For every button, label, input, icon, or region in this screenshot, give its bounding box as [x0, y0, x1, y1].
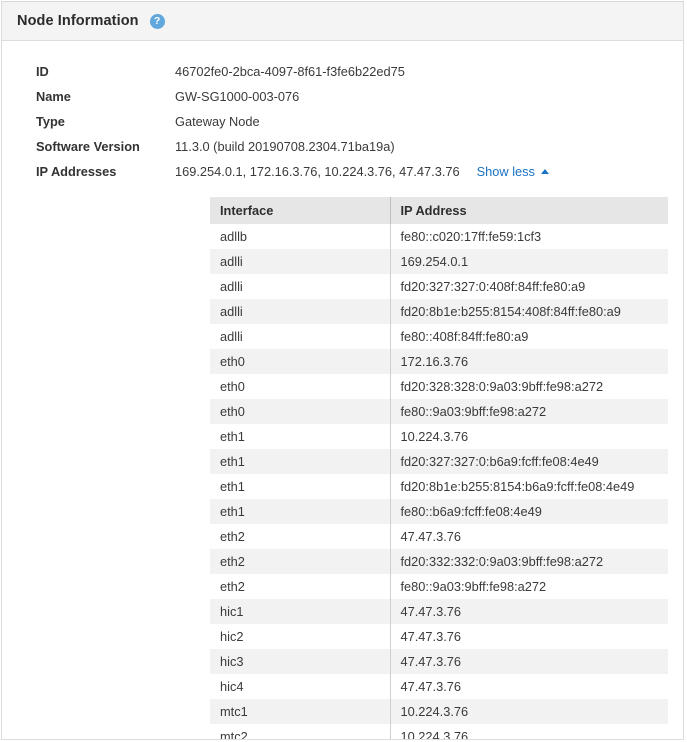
cell-ip-address: 169.254.0.1	[390, 249, 668, 274]
cell-ip-address: fe80::c020:17ff:fe59:1cf3	[390, 224, 668, 249]
interfaces-table-head: Interface IP Address	[210, 197, 668, 224]
cell-interface: hic1	[210, 599, 390, 624]
table-row[interactable]: hic447.47.3.76	[210, 674, 668, 699]
show-less-toggle[interactable]: Show less	[477, 164, 549, 179]
cell-ip-address: 10.224.3.76	[390, 699, 668, 724]
node-info-list: ID 46702fe0-2bca-4097-8f61-f3fe6b22ed75 …	[2, 59, 683, 184]
cell-interface: eth0	[210, 349, 390, 374]
cell-ip-address: fd20:8b1e:b255:8154:408f:84ff:fe80:a9	[390, 299, 668, 324]
table-row[interactable]: adllbfe80::c020:17ff:fe59:1cf3	[210, 224, 668, 249]
show-less-label: Show less	[477, 164, 535, 179]
cell-ip-address: 47.47.3.76	[390, 674, 668, 699]
table-row[interactable]: adlli169.254.0.1	[210, 249, 668, 274]
node-information-panel: Node Information ? ID 46702fe0-2bca-4097…	[1, 1, 684, 740]
cell-ip-address: 47.47.3.76	[390, 599, 668, 624]
info-label-software-version: Software Version	[2, 134, 175, 159]
info-value-software-version: 11.3.0 (build 20190708.2304.71ba19a)	[175, 134, 395, 159]
cell-interface: eth2	[210, 574, 390, 599]
table-row[interactable]: hic347.47.3.76	[210, 649, 668, 674]
interfaces-table-body: adllbfe80::c020:17ff:fe59:1cf3adlli169.2…	[210, 224, 668, 740]
cell-interface: adlli	[210, 274, 390, 299]
cell-ip-address: fe80::b6a9:fcff:fe08:4e49	[390, 499, 668, 524]
interfaces-table: Interface IP Address adllbfe80::c020:17f…	[210, 197, 668, 740]
info-row-name: Name GW-SG1000-003-076	[2, 84, 683, 109]
cell-interface: adlli	[210, 249, 390, 274]
help-circle-icon[interactable]: ?	[150, 14, 165, 29]
cell-ip-address: fd20:332:332:0:9a03:9bff:fe98:a272	[390, 549, 668, 574]
panel-header: Node Information ?	[2, 2, 683, 41]
table-row[interactable]: eth2fd20:332:332:0:9a03:9bff:fe98:a272	[210, 549, 668, 574]
interfaces-table-container: Interface IP Address adllbfe80::c020:17f…	[210, 197, 668, 740]
cell-ip-address: fd20:328:328:0:9a03:9bff:fe98:a272	[390, 374, 668, 399]
cell-interface: mtc2	[210, 724, 390, 740]
page-title: Node Information	[17, 13, 139, 29]
cell-interface: eth0	[210, 399, 390, 424]
cell-interface: mtc1	[210, 699, 390, 724]
table-row[interactable]: hic247.47.3.76	[210, 624, 668, 649]
cell-ip-address: 172.16.3.76	[390, 349, 668, 374]
cell-interface: adlli	[210, 324, 390, 349]
info-value-id: 46702fe0-2bca-4097-8f61-f3fe6b22ed75	[175, 59, 405, 84]
info-label-ip-addresses: IP Addresses	[2, 159, 175, 184]
cell-interface: hic2	[210, 624, 390, 649]
cell-interface: eth2	[210, 549, 390, 574]
cell-ip-address: fe80::408f:84ff:fe80:a9	[390, 324, 668, 349]
table-row[interactable]: eth1fd20:327:327:0:b6a9:fcff:fe08:4e49	[210, 449, 668, 474]
table-row[interactable]: eth1fe80::b6a9:fcff:fe08:4e49	[210, 499, 668, 524]
cell-ip-address: fd20:327:327:0:b6a9:fcff:fe08:4e49	[390, 449, 668, 474]
cell-interface: eth1	[210, 424, 390, 449]
table-row[interactable]: eth0fe80::9a03:9bff:fe98:a272	[210, 399, 668, 424]
info-label-id: ID	[2, 59, 175, 84]
cell-interface: eth1	[210, 499, 390, 524]
column-header-ip-address[interactable]: IP Address	[390, 197, 668, 224]
table-row[interactable]: mtc110.224.3.76	[210, 699, 668, 724]
info-label-type: Type	[2, 109, 175, 134]
info-row-id: ID 46702fe0-2bca-4097-8f61-f3fe6b22ed75	[2, 59, 683, 84]
info-value-ip-addresses: 169.254.0.1, 172.16.3.76, 10.224.3.76, 4…	[175, 159, 460, 184]
info-row-type: Type Gateway Node	[2, 109, 683, 134]
table-row[interactable]: eth110.224.3.76	[210, 424, 668, 449]
cell-interface: eth2	[210, 524, 390, 549]
table-row[interactable]: eth247.47.3.76	[210, 524, 668, 549]
cell-ip-address: fe80::9a03:9bff:fe98:a272	[390, 399, 668, 424]
cell-interface: eth1	[210, 474, 390, 499]
column-header-interface[interactable]: Interface	[210, 197, 390, 224]
table-row[interactable]: adllifd20:327:327:0:408f:84ff:fe80:a9	[210, 274, 668, 299]
table-row[interactable]: adllifd20:8b1e:b255:8154:408f:84ff:fe80:…	[210, 299, 668, 324]
info-value-name: GW-SG1000-003-076	[175, 84, 299, 109]
table-row[interactable]: mtc210.224.3.76	[210, 724, 668, 740]
table-row[interactable]: eth1fd20:8b1e:b255:8154:b6a9:fcff:fe08:4…	[210, 474, 668, 499]
cell-ip-address: fd20:8b1e:b255:8154:b6a9:fcff:fe08:4e49	[390, 474, 668, 499]
table-row[interactable]: eth2fe80::9a03:9bff:fe98:a272	[210, 574, 668, 599]
cell-interface: hic4	[210, 674, 390, 699]
cell-ip-address: 47.47.3.76	[390, 624, 668, 649]
cell-interface: eth1	[210, 449, 390, 474]
ip-addresses-line: 169.254.0.1, 172.16.3.76, 10.224.3.76, 4…	[175, 159, 549, 184]
info-row-software-version: Software Version 11.3.0 (build 20190708.…	[2, 134, 683, 159]
cell-interface: hic3	[210, 649, 390, 674]
panel-body: ID 46702fe0-2bca-4097-8f61-f3fe6b22ed75 …	[2, 59, 683, 740]
cell-ip-address: fe80::9a03:9bff:fe98:a272	[390, 574, 668, 599]
info-value-type: Gateway Node	[175, 109, 260, 134]
table-row[interactable]: adllife80::408f:84ff:fe80:a9	[210, 324, 668, 349]
cell-ip-address: 47.47.3.76	[390, 649, 668, 674]
table-row[interactable]: eth0fd20:328:328:0:9a03:9bff:fe98:a272	[210, 374, 668, 399]
cell-interface: adllb	[210, 224, 390, 249]
table-row[interactable]: eth0172.16.3.76	[210, 349, 668, 374]
chevron-up-icon	[541, 169, 549, 174]
cell-ip-address: 10.224.3.76	[390, 424, 668, 449]
info-row-ip-addresses: IP Addresses 169.254.0.1, 172.16.3.76, 1…	[2, 159, 683, 184]
table-row[interactable]: hic147.47.3.76	[210, 599, 668, 624]
cell-ip-address: fd20:327:327:0:408f:84ff:fe80:a9	[390, 274, 668, 299]
cell-ip-address: 10.224.3.76	[390, 724, 668, 740]
cell-interface: eth0	[210, 374, 390, 399]
info-label-name: Name	[2, 84, 175, 109]
cell-interface: adlli	[210, 299, 390, 324]
table-header-row: Interface IP Address	[210, 197, 668, 224]
cell-ip-address: 47.47.3.76	[390, 524, 668, 549]
